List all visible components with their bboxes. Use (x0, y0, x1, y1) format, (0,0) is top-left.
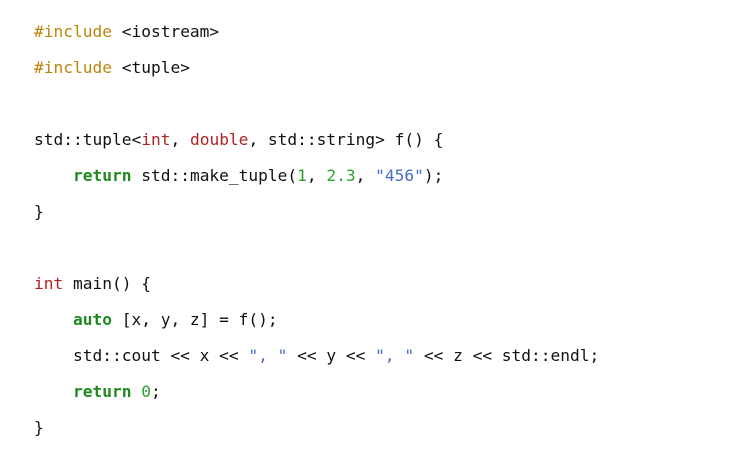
code-token: ", " (375, 346, 415, 365)
code-token: std::cout << x << (34, 346, 249, 365)
code-token: , (355, 166, 376, 185)
code-token: 0 (141, 382, 151, 401)
code-line: int main() { (34, 266, 724, 302)
code-line: auto [x, y, z] = f(); (34, 302, 724, 338)
code-token: return (72, 166, 132, 185)
code-token: #include (34, 58, 112, 77)
code-token: int (34, 274, 64, 293)
code-token: 2.3 (326, 166, 356, 185)
code-token: ; (150, 382, 161, 401)
code-token: [x, y, z] = f(); (111, 310, 278, 329)
code-line: return std::make_tuple(1, 2.3, "456"); (34, 158, 724, 194)
code-token: auto (72, 310, 112, 329)
code-token: } (34, 418, 44, 437)
code-token: std::tuple< (34, 130, 142, 149)
code-token: double (189, 130, 249, 149)
code-token: "456" (375, 166, 424, 185)
code-token: <iostream> (111, 22, 220, 41)
code-token: , (170, 130, 190, 149)
code-token: << y << (287, 346, 376, 365)
code-block: #include <iostream> #include <tuple> std::… (34, 14, 724, 446)
code-line: #include <iostream> (34, 14, 724, 50)
code-token: } (34, 202, 44, 221)
code-line: } (34, 194, 724, 230)
code-token: ", " (248, 346, 288, 365)
code-token: , (306, 166, 327, 185)
code-token: std::make_tuple( (131, 166, 298, 185)
code-token: <tuple> (111, 58, 190, 77)
code-line: #include <tuple> (34, 50, 724, 86)
code-line: std::tuple<int, double, std::string> f()… (34, 122, 724, 158)
code-token: << z << std::endl; (414, 346, 600, 365)
code-line: std::cout << x << ", " << y << ", " << z… (34, 338, 724, 374)
code-token: , std::string> f() { (248, 130, 444, 149)
code-token: main() { (63, 274, 151, 293)
code-token: 1 (297, 166, 307, 185)
code-line: } (34, 410, 724, 446)
code-line: return 0; (34, 374, 724, 410)
code-token: #include (34, 22, 112, 41)
code-token: int (141, 130, 171, 149)
code-token: ); (423, 166, 444, 185)
code-token: return (72, 382, 132, 401)
